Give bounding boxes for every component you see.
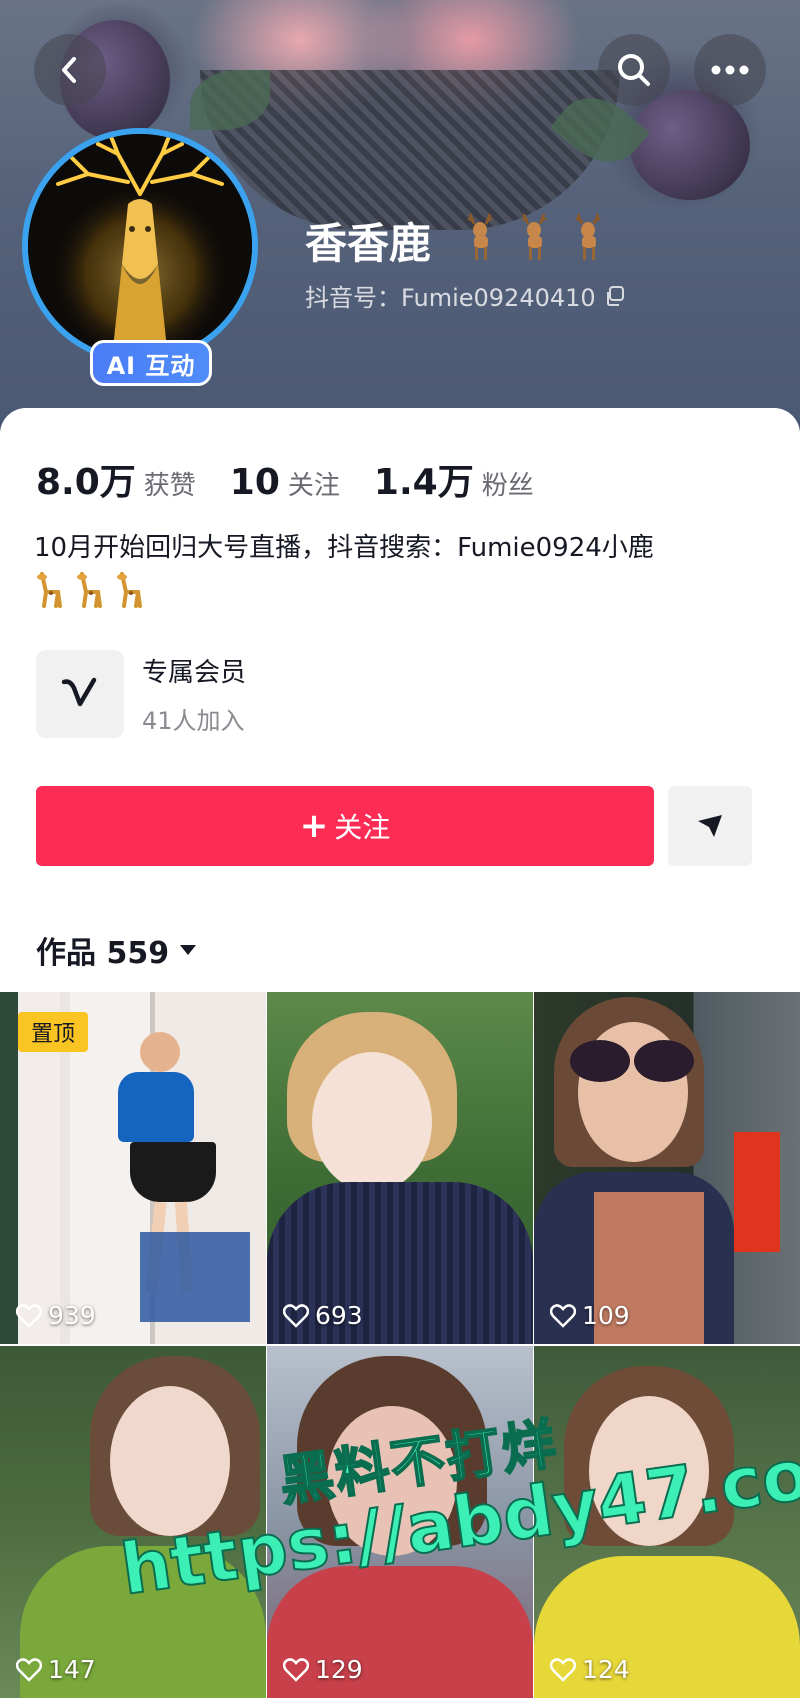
deer-emoji-icon [467, 213, 493, 260]
like-count-text: 129 [315, 1655, 363, 1684]
plus-icon: + [299, 806, 329, 846]
heart-icon [550, 1657, 576, 1682]
heart-icon [283, 1303, 309, 1328]
video-like-count: 693 [283, 1301, 363, 1330]
video-like-count: 939 [16, 1301, 96, 1330]
like-count-text: 939 [48, 1301, 96, 1330]
douyin-id-text: 抖音号：Fumie09240410 [305, 284, 596, 312]
share-button[interactable] [668, 786, 752, 866]
heart-icon [550, 1303, 576, 1328]
likes-label: 获赞 [143, 471, 196, 501]
video-thumbnail[interactable]: 置顶 939 [0, 992, 266, 1344]
like-count-text: 147 [48, 1655, 96, 1684]
followers-label[interactable]: 粉丝 [482, 465, 534, 502]
works-tab-label: 作品 559 [36, 936, 170, 971]
followers-count[interactable]: 1.4万 [374, 453, 474, 505]
send-icon [698, 815, 722, 837]
likes-count: 8.0万 [36, 462, 136, 503]
membership-member-count: 41人加入 [142, 707, 245, 735]
deer-emoji-icon [521, 213, 547, 260]
following-count[interactable]: 10 [230, 462, 280, 503]
thumbnail-figure [130, 1142, 216, 1202]
exclusive-membership-entry[interactable]: 专属会员 41人加入 [36, 650, 246, 738]
pinned-badge: 置顶 [18, 1012, 88, 1052]
search-icon [618, 54, 650, 86]
video-grid: 置顶 939 693 109 147 129 124 [0, 992, 800, 1698]
profile-bio: 10月开始回归大号直播，抖音搜索：Fumie0924小鹿 [34, 528, 774, 608]
like-count-text: 109 [582, 1301, 630, 1330]
heart-icon [16, 1657, 42, 1682]
more-icon [711, 65, 749, 75]
video-like-count: 124 [550, 1655, 630, 1684]
thumbnail-sunglasses [634, 1040, 694, 1082]
follow-button-label: 关注 [334, 811, 391, 844]
douyin-id[interactable]: 抖音号：Fumie09240410 [305, 278, 626, 313]
following-label[interactable]: 关注 [288, 465, 340, 502]
caret-down-icon [180, 945, 197, 955]
profile-nickname: 香香鹿 [305, 219, 432, 268]
thumbnail-face [312, 1052, 432, 1192]
thumbnail-figure [118, 1072, 194, 1142]
heart-icon [283, 1657, 309, 1682]
video-thumbnail[interactable]: 109 [534, 992, 800, 1344]
bio-emoji-row [34, 572, 774, 608]
video-like-count: 147 [16, 1655, 96, 1684]
works-tab[interactable]: 作品 559 [36, 928, 197, 972]
video-like-count: 129 [283, 1655, 363, 1684]
avatar[interactable] [22, 128, 258, 364]
giraffe-emoji-icon [117, 572, 142, 608]
copy-icon[interactable] [604, 285, 626, 307]
thumbnail-background-object [734, 1132, 780, 1252]
v-logo-icon [61, 677, 97, 707]
ai-interaction-badge[interactable]: AI 互动 [90, 340, 212, 386]
like-count-text: 693 [315, 1301, 363, 1330]
thumbnail-figure [140, 1032, 180, 1072]
back-button[interactable] [34, 34, 106, 106]
membership-logo [36, 650, 124, 738]
follow-button[interactable]: + 关注 [36, 786, 654, 866]
profile-info-card: 8.0万 获赞 10 关注 1.4万 粉丝 10月开始回归大号直播，抖音搜索：F… [0, 408, 800, 988]
giraffe-emoji-icon [37, 572, 62, 608]
thumbnail-face [110, 1386, 230, 1536]
banner-decoration [630, 90, 750, 200]
heart-icon [16, 1303, 42, 1328]
thumbnail-sunglasses [570, 1040, 630, 1082]
membership-title: 专属会员 [142, 658, 247, 688]
bio-text: 10月开始回归大号直播，抖音搜索：Fumie0924小鹿 [34, 533, 654, 563]
like-count-text: 124 [582, 1655, 630, 1684]
back-icon [62, 57, 76, 83]
more-button[interactable] [694, 34, 766, 106]
nickname-emoji-row [460, 210, 608, 262]
thumbnail-rug [140, 1232, 250, 1322]
giraffe-emoji-icon [77, 572, 102, 608]
profile-stats: 8.0万 获赞 10 关注 1.4万 粉丝 [36, 453, 568, 505]
golden-deer-avatar-image [28, 134, 252, 358]
video-thumbnail[interactable]: 693 [267, 992, 533, 1344]
video-like-count: 109 [550, 1301, 630, 1330]
search-button[interactable] [598, 34, 670, 106]
deer-emoji-icon [575, 213, 601, 260]
